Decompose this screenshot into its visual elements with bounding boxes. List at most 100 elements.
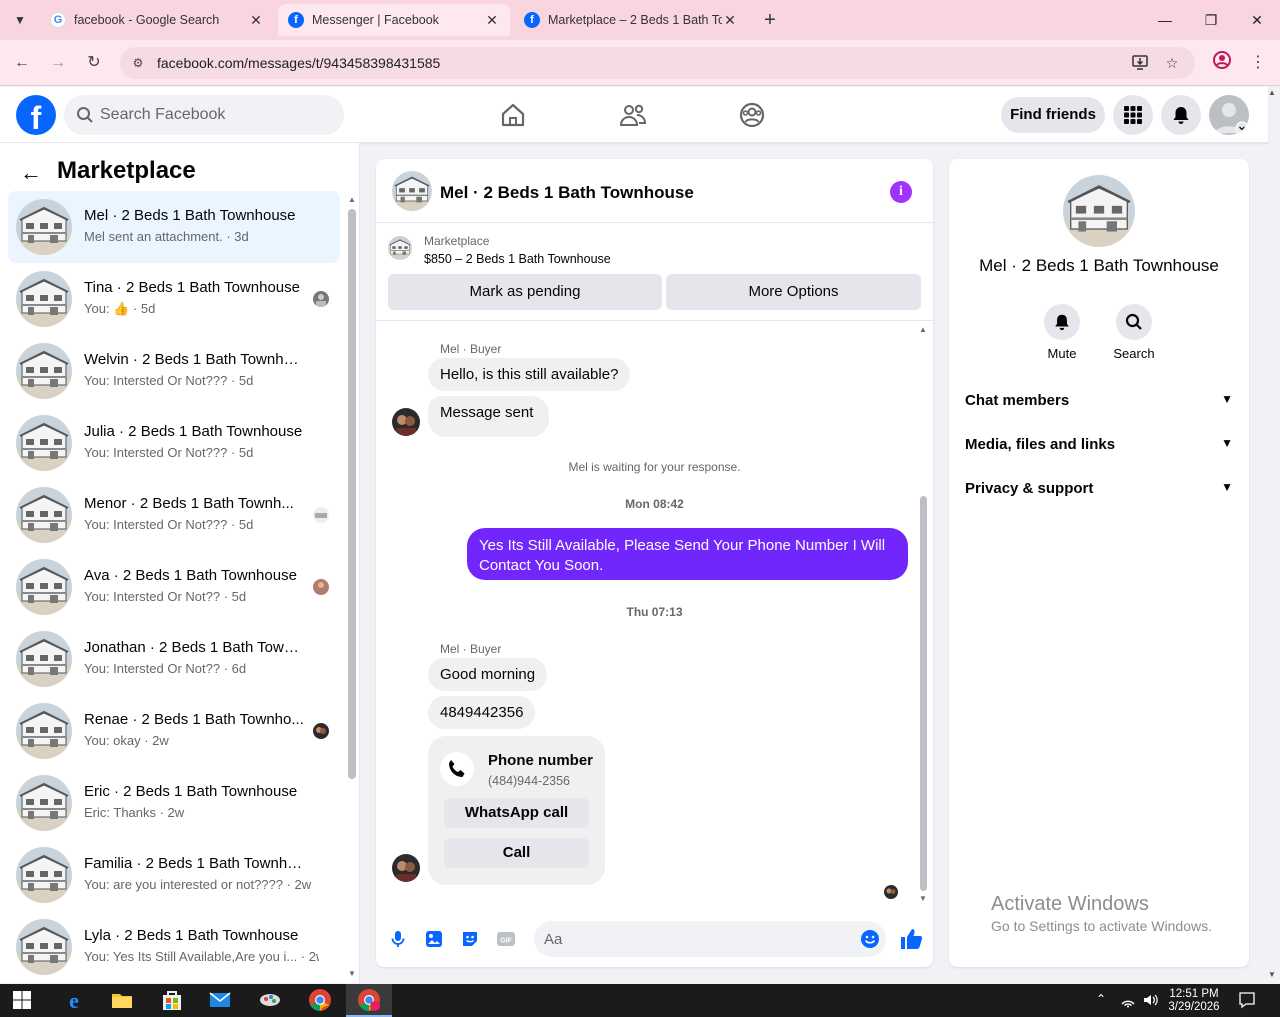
- mail-icon[interactable]: [208, 988, 232, 1012]
- facebook-search[interactable]: [64, 95, 344, 135]
- message-bubble[interactable]: Message sent: [428, 396, 550, 437]
- tab-google-search[interactable]: G facebook - Google Search ✕: [40, 4, 274, 36]
- message-bubble[interactable]: Good morning: [428, 658, 548, 691]
- back-arrow-icon[interactable]: ←: [20, 161, 44, 185]
- scroll-up-arrow-icon[interactable]: ▲: [919, 325, 927, 334]
- minimize-icon[interactable]: —: [1142, 0, 1188, 40]
- taskbar-clock[interactable]: 12:51 PM 3/29/2026: [1164, 988, 1224, 1014]
- close-icon[interactable]: ✕: [484, 12, 500, 29]
- window-close-icon[interactable]: ✕: [1234, 0, 1280, 40]
- profile-icon[interactable]: [1209, 50, 1235, 76]
- conversation-item[interactable]: Lyla · 2 Beds 1 Bath Townhouse You: Yes I…: [8, 911, 340, 983]
- profile-avatar[interactable]: [1209, 95, 1249, 135]
- site-info-icon[interactable]: ⚙: [128, 53, 148, 73]
- scroll-down-arrow-icon[interactable]: ▼: [348, 969, 356, 978]
- tab-title: Messenger | Facebook: [312, 13, 439, 27]
- tab-messenger[interactable]: f Messenger | Facebook ✕: [278, 4, 510, 36]
- microphone-icon[interactable]: [388, 929, 408, 949]
- reload-icon[interactable]: ↻: [81, 50, 107, 76]
- facebook-logo-icon[interactable]: f: [16, 95, 56, 135]
- sticker-icon[interactable]: [460, 929, 480, 949]
- file-explorer-icon[interactable]: [110, 988, 134, 1012]
- chat-title[interactable]: Mel · 2 Beds 1 Bath Townhouse: [440, 183, 694, 203]
- search-icon[interactable]: [1116, 304, 1152, 340]
- scroll-down-arrow-icon[interactable]: ▼: [919, 894, 927, 903]
- store-icon[interactable]: [160, 988, 184, 1012]
- conversation-item[interactable]: Menor · 2 Beds 1 Bath Townh... You: Inter…: [8, 479, 340, 551]
- close-icon[interactable]: ✕: [248, 12, 264, 29]
- avatar[interactable]: [392, 854, 420, 882]
- home-icon[interactable]: [499, 101, 527, 129]
- bookmark-star-icon[interactable]: ☆: [1162, 53, 1182, 73]
- app-icon[interactable]: [258, 988, 282, 1012]
- conversation-thumbnail: [16, 919, 72, 975]
- thumbs-up-icon[interactable]: [899, 927, 923, 951]
- mute-action[interactable]: Mute: [1032, 304, 1092, 361]
- conversation-item[interactable]: Familia · 2 Beds 1 Bath Townhouse You: ar…: [8, 839, 340, 911]
- conversation-thumbnail[interactable]: [392, 171, 432, 211]
- message-bubble[interactable]: 4849442356: [428, 696, 536, 729]
- chrome-icon[interactable]: [308, 988, 332, 1012]
- close-icon[interactable]: ✕: [722, 12, 738, 29]
- active-taskbar-item[interactable]: [346, 984, 392, 1017]
- conversation-item[interactable]: Eric · 2 Beds 1 Bath Townhouse Eric: Than…: [8, 767, 340, 839]
- tab-search-chevron-icon[interactable]: ▼: [8, 8, 32, 32]
- chat-members-row[interactable]: Chat members ▼: [965, 392, 1233, 416]
- search-action[interactable]: Search: [1104, 304, 1164, 361]
- conversation-item[interactable]: Jonathan · 2 Beds 1 Bath Townh... You: In…: [8, 623, 340, 695]
- conversation-item[interactable]: Ava · 2 Beds 1 Bath Townhouse You: Inters…: [8, 551, 340, 623]
- restore-icon[interactable]: ❐: [1188, 0, 1234, 40]
- sidebar-scrollbar-thumb[interactable]: [348, 209, 356, 779]
- new-tab-plus-icon[interactable]: +: [758, 8, 782, 32]
- more-options-button[interactable]: More Options: [666, 274, 921, 310]
- message-input[interactable]: [534, 921, 886, 957]
- conversation-item[interactable]: Julia · 2 Beds 1 Bath Townhouse You: Inte…: [8, 407, 340, 479]
- call-button[interactable]: Call: [444, 838, 589, 868]
- photo-icon[interactable]: [424, 929, 444, 949]
- groups-icon[interactable]: [738, 101, 766, 129]
- find-friends-button[interactable]: Find friends: [1001, 97, 1105, 133]
- media-files-links-row[interactable]: Media, files and links ▼: [965, 436, 1233, 460]
- listing-thumbnail[interactable]: [388, 236, 412, 260]
- menu-grid-icon[interactable]: [1113, 95, 1153, 135]
- tray-chevron-up-icon[interactable]: ⌃: [1096, 992, 1106, 1006]
- scroll-up-arrow-icon[interactable]: ▲: [348, 195, 356, 204]
- svg-text:e: e: [69, 988, 79, 1012]
- page-scroll-up-arrow-icon[interactable]: ▲: [1268, 88, 1276, 97]
- windows-start-icon[interactable]: [12, 990, 32, 1010]
- conversation-item[interactable]: Mel · 2 Beds 1 Bath Townhouse Mel sent an…: [8, 191, 340, 263]
- whatsapp-call-button[interactable]: WhatsApp call: [444, 798, 589, 828]
- notification-center-icon[interactable]: [1238, 991, 1256, 1009]
- emoji-icon[interactable]: [860, 929, 880, 949]
- wifi-icon[interactable]: [1120, 992, 1136, 1008]
- my-message-bubble[interactable]: Yes Its Still Available, Please Send You…: [467, 528, 908, 580]
- info-icon[interactable]: i: [890, 181, 912, 203]
- listing-price[interactable]: $850 – 2 Beds 1 Bath Townhouse: [424, 252, 611, 266]
- edge-browser-icon[interactable]: e: [62, 988, 86, 1012]
- gif-icon[interactable]: GIF: [496, 929, 516, 949]
- friends-icon[interactable]: [619, 101, 647, 129]
- install-app-icon[interactable]: [1130, 53, 1150, 73]
- bell-icon[interactable]: [1044, 304, 1080, 340]
- conversation-thumbnail-large[interactable]: [1063, 175, 1135, 247]
- mark-as-pending-button[interactable]: Mark as pending: [388, 274, 662, 310]
- avatar[interactable]: [392, 408, 420, 436]
- back-arrow-icon[interactable]: ←: [9, 50, 35, 76]
- url-text[interactable]: facebook.com/messages/t/943458398431585: [157, 55, 440, 71]
- tab-marketplace[interactable]: f Marketplace – 2 Beds 1 Bath To ✕: [514, 4, 748, 36]
- forward-arrow-icon[interactable]: →: [45, 50, 71, 76]
- browser-menu-icon[interactable]: ⋮: [1245, 50, 1271, 76]
- privacy-support-row[interactable]: Privacy & support ▼: [965, 480, 1233, 504]
- message-bubble[interactable]: Hello, is this still available?: [428, 358, 631, 391]
- conversation-item[interactable]: Welvin · 2 Beds 1 Bath Townhouse You: Int…: [8, 335, 340, 407]
- notifications-bell-icon[interactable]: [1161, 95, 1201, 135]
- chat-scrollbar-thumb[interactable]: [920, 496, 927, 891]
- conversation-item[interactable]: Renae · 2 Beds 1 Bath Townho... You: okay…: [8, 695, 340, 767]
- read-receipt-avatar: [313, 291, 329, 307]
- conversation-name: Lyla · 2 Beds 1 Bath Townhouse: [84, 927, 299, 944]
- address-bar[interactable]: ⚙ facebook.com/messages/t/94345839843158…: [120, 47, 1195, 79]
- page-scroll-down-arrow-icon[interactable]: ▼: [1268, 970, 1276, 979]
- volume-icon[interactable]: [1142, 992, 1158, 1008]
- search-input[interactable]: [100, 95, 330, 135]
- conversation-item[interactable]: Tina · 2 Beds 1 Bath Townhouse You: 👍 · 5…: [8, 263, 340, 335]
